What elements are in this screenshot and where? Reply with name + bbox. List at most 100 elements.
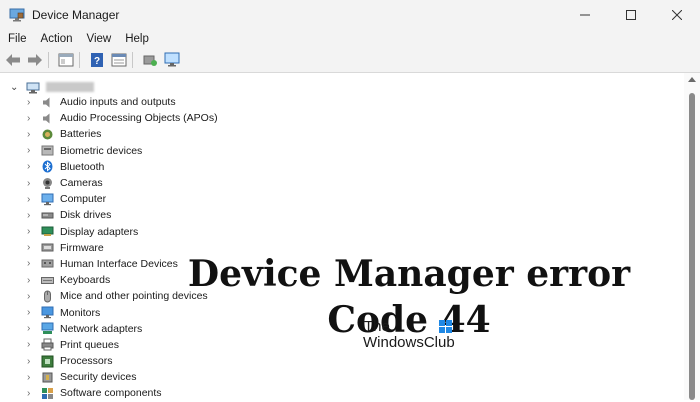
scroll-up-arrow-icon[interactable]	[688, 77, 696, 82]
tree-item-label: Audio inputs and outputs	[60, 96, 176, 109]
properties-button[interactable]	[57, 51, 75, 69]
tree-item-label: Processors	[60, 355, 113, 368]
minimize-button[interactable]	[562, 0, 608, 30]
window-view-icon	[111, 53, 127, 67]
close-button[interactable]	[654, 0, 700, 30]
chevron-right-icon[interactable]: ›	[27, 210, 37, 221]
device-manager-app-icon	[9, 8, 25, 22]
toolbar: ?	[0, 48, 700, 73]
tree-item[interactable]: › Mice and other pointing devices	[0, 288, 218, 304]
properties-icon	[58, 53, 74, 67]
vertical-scrollbar[interactable]	[684, 73, 700, 400]
menu-action[interactable]: Action	[35, 33, 79, 45]
chevron-right-icon[interactable]: ›	[27, 291, 37, 302]
tree-item-label: Software components	[60, 387, 162, 400]
firmware-icon	[41, 241, 54, 254]
computer-icon	[41, 193, 54, 206]
hid-icon	[41, 257, 54, 270]
tree-item-label: Monitors	[60, 306, 101, 319]
tree-item[interactable]: › Network adapters	[0, 321, 218, 337]
chevron-right-icon[interactable]: ›	[27, 339, 37, 350]
tree-item[interactable]: › Monitors	[0, 304, 218, 320]
help-icon: ?	[91, 53, 103, 67]
toolbar-separator	[79, 52, 80, 68]
bluetooth-icon	[41, 160, 54, 173]
chevron-right-icon[interactable]: ›	[27, 307, 37, 318]
tree-item-label: Print queues	[60, 338, 119, 351]
tree-item-label: Cameras	[60, 177, 103, 190]
tree-item[interactable]: › Human Interface Devices	[0, 256, 218, 272]
tree-item[interactable]: › Biometric devices	[0, 143, 218, 159]
toolbar-separator	[48, 52, 49, 68]
device-category-list: › Audio inputs and outputs › Audio Processi…	[0, 94, 218, 402]
chevron-down-icon[interactable]: ⌄	[10, 82, 20, 93]
back-button[interactable]	[4, 51, 22, 69]
scan-hardware-button[interactable]	[163, 51, 181, 69]
chevron-right-icon[interactable]: ›	[27, 97, 37, 108]
chevron-right-icon[interactable]: ›	[27, 275, 37, 286]
camera-icon	[41, 177, 54, 190]
minimize-icon	[580, 14, 590, 16]
window-title: Device Manager	[32, 8, 120, 22]
menu-help[interactable]: Help	[119, 33, 155, 45]
tree-item[interactable]: › Processors	[0, 353, 218, 369]
tree-item[interactable]: › Batteries	[0, 126, 218, 142]
chevron-right-icon[interactable]: ›	[27, 161, 37, 172]
device-tree-pane: ⌄ › Audio inputs and outputs › Audio Proces…	[0, 73, 684, 400]
tree-item[interactable]: › Security devices	[0, 369, 218, 385]
windows-logo-icon	[439, 320, 452, 333]
computer-root-icon	[26, 81, 40, 94]
printer-icon	[41, 338, 54, 351]
software-icon	[41, 387, 54, 400]
device-manager-window: Device Manager File Action View Help ? ⌄…	[0, 0, 700, 400]
menu-file[interactable]: File	[2, 33, 33, 45]
logo-text-the: The	[364, 318, 390, 335]
chevron-right-icon[interactable]: ›	[27, 145, 37, 156]
tree-item[interactable]: › Firmware	[0, 240, 218, 256]
tree-item[interactable]: › Audio Processing Objects (APOs)	[0, 110, 218, 126]
toolbar-separator	[132, 52, 133, 68]
tree-item[interactable]: › Audio inputs and outputs	[0, 94, 218, 110]
menu-bar: File Action View Help	[0, 30, 700, 48]
scroll-thumb[interactable]	[689, 93, 695, 400]
tree-item[interactable]: › Cameras	[0, 175, 218, 191]
tree-item[interactable]: › Keyboards	[0, 272, 218, 288]
tree-item-label: Firmware	[60, 241, 104, 254]
forward-button[interactable]	[26, 51, 44, 69]
maximize-icon	[626, 10, 636, 20]
chevron-right-icon[interactable]: ›	[27, 226, 37, 237]
tree-item[interactable]: › Print queues	[0, 337, 218, 353]
tree-item[interactable]: › Display adapters	[0, 224, 218, 240]
tree-root[interactable]: ⌄	[0, 79, 94, 95]
scan-monitor-icon	[164, 52, 180, 67]
disk-drive-icon	[41, 209, 54, 222]
tree-item-label: Network adapters	[60, 322, 143, 335]
chevron-right-icon[interactable]: ›	[27, 388, 37, 399]
show-hidden-button[interactable]	[110, 51, 128, 69]
chevron-right-icon[interactable]: ›	[27, 258, 37, 269]
chevron-right-icon[interactable]: ›	[27, 129, 37, 140]
chevron-right-icon[interactable]: ›	[27, 194, 37, 205]
chevron-right-icon[interactable]: ›	[27, 113, 37, 124]
chevron-right-icon[interactable]: ›	[27, 178, 37, 189]
keyboard-icon	[41, 274, 54, 287]
tree-item-label: Audio Processing Objects (APOs)	[60, 112, 218, 125]
chevron-right-icon[interactable]: ›	[27, 356, 37, 367]
tree-item[interactable]: › Bluetooth	[0, 159, 218, 175]
tree-item[interactable]: › Computer	[0, 191, 218, 207]
chevron-right-icon[interactable]: ›	[27, 242, 37, 253]
back-arrow-icon	[6, 54, 20, 66]
update-driver-button[interactable]	[141, 51, 159, 69]
tree-item[interactable]: › Disk drives	[0, 207, 218, 223]
chevron-right-icon[interactable]: ›	[27, 323, 37, 334]
tree-item[interactable]: › Software components	[0, 385, 218, 401]
biometric-icon	[41, 144, 54, 157]
chevron-right-icon[interactable]: ›	[27, 372, 37, 383]
tree-item-label: Computer	[60, 193, 107, 206]
speaker-icon	[41, 112, 54, 125]
tree-item-label: Disk drives	[60, 209, 112, 222]
help-button[interactable]: ?	[88, 51, 106, 69]
network-icon	[41, 322, 54, 335]
menu-view[interactable]: View	[81, 33, 118, 45]
maximize-button[interactable]	[608, 0, 654, 30]
